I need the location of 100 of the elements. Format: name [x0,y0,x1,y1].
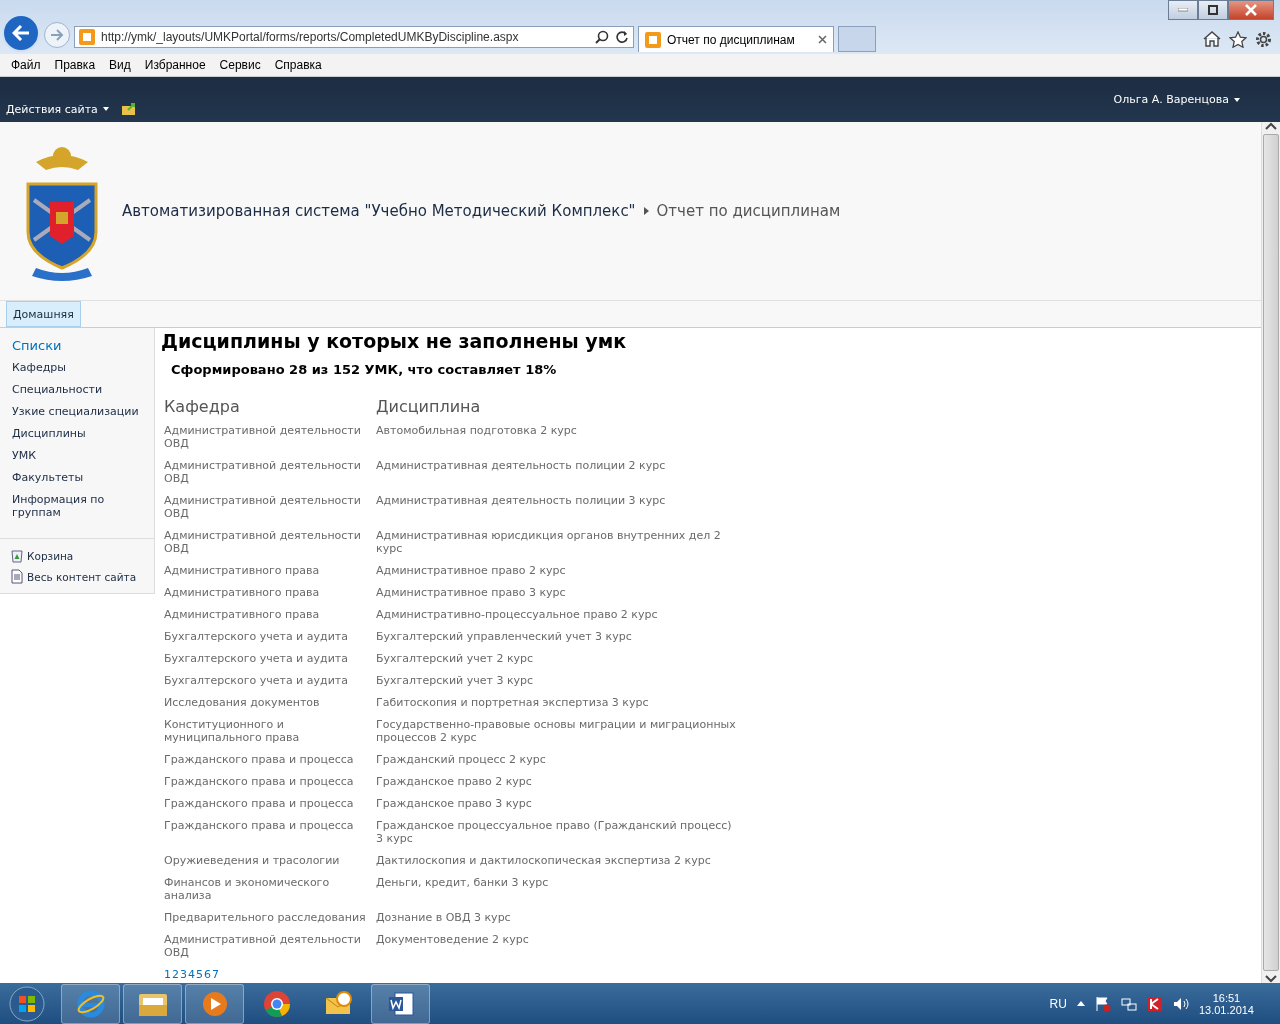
table-cell-text: Государственно-правовые основы миграции и миграционных процессов 2 курс [375,718,737,746]
document-icon [386,989,415,1018]
close-icon [1245,4,1257,16]
site-actions-menu[interactable]: Действия сайта [6,102,109,116]
quick-launch-link[interactable]: Весь контент сайта [0,566,154,587]
quick-launch-link[interactable]: Корзина [0,545,154,566]
restore-button[interactable] [1198,0,1228,20]
menu-item[interactable]: Вид [102,58,138,72]
table-cell-text: Административной деятельности ОВД [163,424,362,452]
close-button[interactable] [1228,0,1274,20]
taskbar-button[interactable] [185,983,244,1024]
table-cell-text: Оружиеведения и трасологии [163,854,341,869]
page-link[interactable]: 3 [180,968,187,981]
table-cell-text: Административная деятельность полиции 3 курс [375,494,667,509]
maximize-icon [1208,5,1218,15]
page-link[interactable]: 4 [188,968,195,981]
browser-tab[interactable]: Отчет по дисциплинам [638,26,834,52]
flag-icon[interactable] [1094,995,1111,1012]
table-cell-text: Гражданское процессуальное право (Гражданский процесс) 3 курс [375,819,733,847]
page-link[interactable]: 5 [196,968,203,981]
page-link[interactable]: 1 [164,968,171,981]
column-header: Дисциплина [375,397,482,418]
menu-item[interactable]: Избранное [137,58,213,72]
taskbar-button[interactable] [123,983,182,1024]
nav-tab[interactable]: Домашняя [6,301,81,327]
quick-launch-link[interactable]: Информация по группам [0,489,154,524]
table-cell-text: Бухгалтерский управленческий учет 3 курс [375,630,633,645]
column-header: Кафедра [163,397,241,418]
menu-item[interactable]: Справка [267,58,329,72]
quick-launch-link[interactable]: Факультеты [0,467,154,489]
report-title: Дисциплины у которых не заполнены умк [161,330,628,352]
table-cell-text: Бухгалтерский учет 3 курс [375,674,535,689]
caret-icon [1234,97,1240,102]
home-icon[interactable] [1203,31,1221,47]
table-cell-text: Гражданское право 3 курс [375,797,533,812]
table-cell-text: Административная деятельность полиции 2 курс [375,459,667,474]
site-icon [79,29,95,45]
table-cell-text: Гражданский процесс 2 курс [375,753,547,768]
table-cell-text: Административного права [163,608,321,623]
taskbar-button[interactable] [371,983,430,1024]
scroll-up-icon[interactable] [1265,122,1277,130]
table-cell-text: Административного права [163,564,321,579]
page-link[interactable]: 6 [204,968,211,981]
table-cell-text: Гражданского права и процесса [163,775,355,790]
scrollbar-thumb[interactable] [1263,134,1279,971]
shield-icon[interactable] [1146,995,1163,1012]
page-title: Отчет по дисциплинам [656,202,841,220]
table-cell-text: Административное право 3 курс [375,586,567,601]
minimize-button[interactable] [1168,0,1198,20]
quick-launch-link[interactable]: Дисциплины [0,423,154,445]
table-cell-text: Дознание в ОВД 3 курс [375,911,512,926]
caret-icon[interactable] [1076,1001,1085,1006]
minimize-icon [1178,8,1188,12]
back-arrow-icon [12,25,30,41]
table-cell-text: Дактилоскопия и дактилоскопическая экспертиза 2 курс [375,854,712,869]
address-field[interactable]: http://ymk/_layouts/UMKPortal/forms/reports/CompletedUMKByDiscipline.aspx [74,26,634,48]
table-cell-text: Административное право 2 курс [375,564,567,579]
page-link[interactable]: 2 [172,968,179,981]
page-link[interactable]: 7 [212,968,219,981]
quick-launch-heading[interactable]: Списки [0,336,154,357]
quick-launch-link[interactable]: Кафедры [0,357,154,379]
site-icon [645,31,661,48]
star-icon[interactable] [1229,31,1247,48]
table-cell-text: Гражданского права и процесса [163,797,355,812]
table-cell-text: Исследования документов [163,696,321,711]
recycle-bin-icon [10,548,24,563]
table-cell-text: Административная юрисдикция органов внутренних дел 2 курс [375,529,722,557]
network-icon[interactable] [1120,995,1137,1012]
search-icon[interactable] [595,30,609,44]
site-title[interactable]: Автоматизированная система "Учебно Методический Комплекс" [122,202,636,220]
table-cell-text: Административной деятельности ОВД [163,494,362,522]
table-cell-text: Деньги, кредит, банки 3 курс [375,876,550,891]
table-cell-text: Бухгалтерского учета и аудита [163,652,349,667]
table-cell-text: Бухгалтерского учета и аудита [163,674,349,689]
menu-item[interactable]: Файл [4,58,48,72]
quick-launch-link[interactable]: Узкие специализации [0,401,154,423]
quick-launch-link[interactable]: УМК [0,445,154,467]
table-cell-text: Административной деятельности ОВД [163,459,362,487]
table-cell-text: Гражданского права и процесса [163,753,355,768]
table-cell-text: Предварительного расследования [163,911,367,926]
close-icon[interactable] [818,35,827,44]
table-cell-text: Бухгалтерский учет 2 курс [375,652,535,667]
menu-item[interactable]: Правка [47,58,103,72]
menu-item[interactable]: Сервис [212,58,268,72]
document-icon [10,569,24,584]
clock[interactable]: 16:51 13.01.2014 [1198,991,1254,1016]
caret-icon [102,107,109,111]
language-indicator[interactable]: RU [1049,996,1067,1011]
quick-launch-link[interactable]: Специальности [0,379,154,401]
table-cell-text: Финансов и экономического анализа [163,876,331,904]
refresh-icon[interactable] [615,30,629,44]
table-cell-text: Автомобильная подготовка 2 курс [375,424,578,439]
forward-arrow-icon [50,29,64,41]
table-cell-text: Гражданское право 2 курс [375,775,533,790]
settings-icon[interactable] [1255,31,1272,48]
breadcrumb-arrow-icon [643,207,649,215]
user-menu[interactable]: Ольга А. Варенцова [1113,93,1240,106]
folder-arrow-icon[interactable] [120,102,137,116]
back-button[interactable] [2,14,40,52]
scroll-down-icon[interactable] [1265,975,1277,983]
